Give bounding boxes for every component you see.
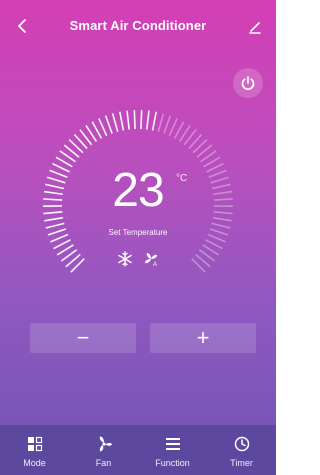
back-button[interactable] bbox=[12, 14, 32, 38]
tab-label: Function bbox=[155, 458, 190, 468]
power-button[interactable] bbox=[233, 68, 263, 98]
dial-tick bbox=[53, 239, 71, 250]
dial-tick bbox=[145, 110, 150, 130]
dial-tick bbox=[44, 216, 64, 222]
dial-tick bbox=[104, 115, 113, 134]
temperature-unit: °C bbox=[176, 173, 188, 184]
temperature-controls: − + bbox=[30, 323, 260, 353]
tab-label: Timer bbox=[230, 458, 253, 468]
page-title: Smart Air Conditioner bbox=[69, 18, 207, 33]
dial-tick bbox=[205, 239, 223, 250]
ac-control-screen: Smart Air Conditioner 23 °C Set Temperat… bbox=[0, 0, 276, 475]
status-icons: A bbox=[38, 250, 238, 268]
fan-icon bbox=[95, 435, 113, 453]
decrease-temperature-button[interactable]: − bbox=[30, 323, 136, 353]
fan-auto-icon: A bbox=[142, 250, 160, 268]
dial-tick bbox=[163, 115, 172, 134]
header: Smart Air Conditioner bbox=[0, 0, 276, 48]
tab-fan[interactable]: Fan bbox=[69, 425, 138, 475]
increase-temperature-button[interactable]: + bbox=[150, 323, 256, 353]
clock-icon bbox=[233, 435, 251, 453]
tab-label: Mode bbox=[23, 458, 46, 468]
dial-tick bbox=[133, 110, 136, 130]
dial-tick bbox=[111, 113, 119, 132]
dial-tick bbox=[212, 216, 232, 222]
temperature-value: 23 bbox=[112, 164, 164, 217]
dial-tick bbox=[118, 111, 125, 131]
power-icon bbox=[241, 76, 255, 90]
dial-tick bbox=[126, 110, 131, 130]
menu-icon bbox=[164, 435, 182, 453]
dial-tick bbox=[168, 118, 178, 137]
dial-tick bbox=[98, 118, 108, 137]
snowflake-icon bbox=[116, 250, 134, 268]
temperature-label: Set Temperature bbox=[108, 228, 168, 237]
tab-function[interactable]: Function bbox=[138, 425, 207, 475]
tab-timer[interactable]: Timer bbox=[207, 425, 276, 475]
pencil-icon bbox=[249, 22, 261, 34]
dial-tick bbox=[140, 110, 143, 130]
temperature-dial[interactable]: 23 °C Set Temperature A bbox=[38, 105, 238, 305]
dial-tick bbox=[151, 111, 158, 131]
tab-label: Fan bbox=[95, 458, 112, 468]
chevron-left-icon bbox=[18, 19, 26, 33]
svg-text:A: A bbox=[153, 262, 157, 267]
mode-grid-icon bbox=[26, 435, 44, 453]
edit-button[interactable] bbox=[244, 16, 266, 38]
bottom-tab-bar: Mode Fan Function Timer bbox=[0, 425, 276, 475]
tab-mode[interactable]: Mode bbox=[0, 425, 69, 475]
dial-tick bbox=[157, 113, 165, 132]
